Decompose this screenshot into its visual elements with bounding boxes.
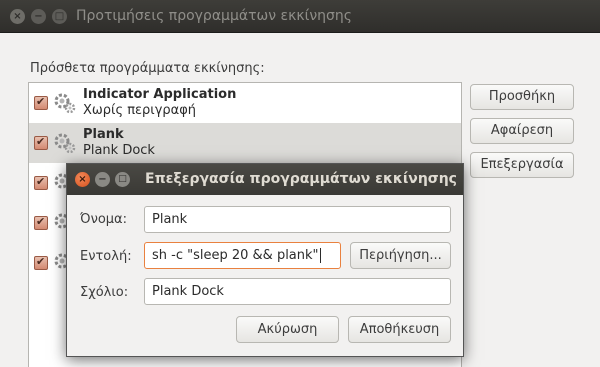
window-title: Προτιμήσεις προγραμμάτων εκκίνησης	[76, 8, 352, 24]
browse-button[interactable]: Περιήγηση...	[350, 242, 451, 269]
program-description: Plank Dock	[83, 143, 155, 158]
list-item[interactable]: Indicator Application Χωρίς περιγραφή	[29, 83, 461, 123]
window-close-button[interactable]: ×	[10, 9, 25, 24]
edit-button[interactable]: Επεξεργασία	[470, 152, 574, 178]
program-name: Indicator Application	[83, 87, 237, 102]
remove-button[interactable]: Αφαίρεση	[470, 118, 574, 144]
enable-checkbox[interactable]	[34, 135, 48, 150]
command-label: Εντολή:	[80, 249, 132, 264]
command-value: sh -c "sleep 20 && plank"	[152, 248, 319, 263]
list-item[interactable]: Plank Plank Dock	[29, 123, 461, 163]
text-cursor	[319, 248, 321, 263]
dialog-titlebar: × − □ Επεξεργασία προγραμμάτων εκκίνησης	[67, 164, 463, 195]
command-field[interactable]: sh -c "sleep 20 && plank"	[144, 242, 341, 269]
window-minimize-button[interactable]: −	[31, 9, 46, 24]
dialog-minimize-button[interactable]: −	[95, 172, 110, 187]
window-maximize-button[interactable]: □	[52, 9, 67, 24]
gears-icon	[54, 93, 76, 114]
program-description: Χωρίς περιγραφή	[83, 103, 197, 118]
program-name: Plank	[83, 127, 124, 142]
comment-field[interactable]: Plank Dock	[144, 278, 451, 305]
enable-checkbox[interactable]	[34, 95, 48, 110]
add-button[interactable]: Προσθήκη	[470, 84, 574, 110]
enable-checkbox[interactable]	[34, 175, 48, 190]
window-titlebar: × − □ Προτιμήσεις προγραμμάτων εκκίνησης	[0, 0, 600, 33]
save-button[interactable]: Αποθήκευση	[348, 316, 451, 343]
startup-list-label: Πρόσθετα προγράμματα εκκίνησης:	[30, 61, 265, 76]
name-field[interactable]: Plank	[144, 206, 451, 233]
dialog-maximize-button[interactable]: □	[115, 172, 130, 187]
enable-checkbox[interactable]	[34, 255, 48, 270]
name-label: Όνομα:	[80, 212, 127, 227]
enable-checkbox[interactable]	[34, 215, 48, 230]
dialog-close-button[interactable]: ×	[75, 172, 90, 187]
comment-label: Σχόλιο:	[80, 285, 129, 300]
dialog-title: Επεξεργασία προγραμμάτων εκκίνησης	[145, 171, 457, 187]
cancel-button[interactable]: Ακύρωση	[236, 316, 339, 343]
edit-startup-dialog: × − □ Επεξεργασία προγραμμάτων εκκίνησης…	[66, 163, 464, 357]
gears-icon	[54, 133, 76, 154]
